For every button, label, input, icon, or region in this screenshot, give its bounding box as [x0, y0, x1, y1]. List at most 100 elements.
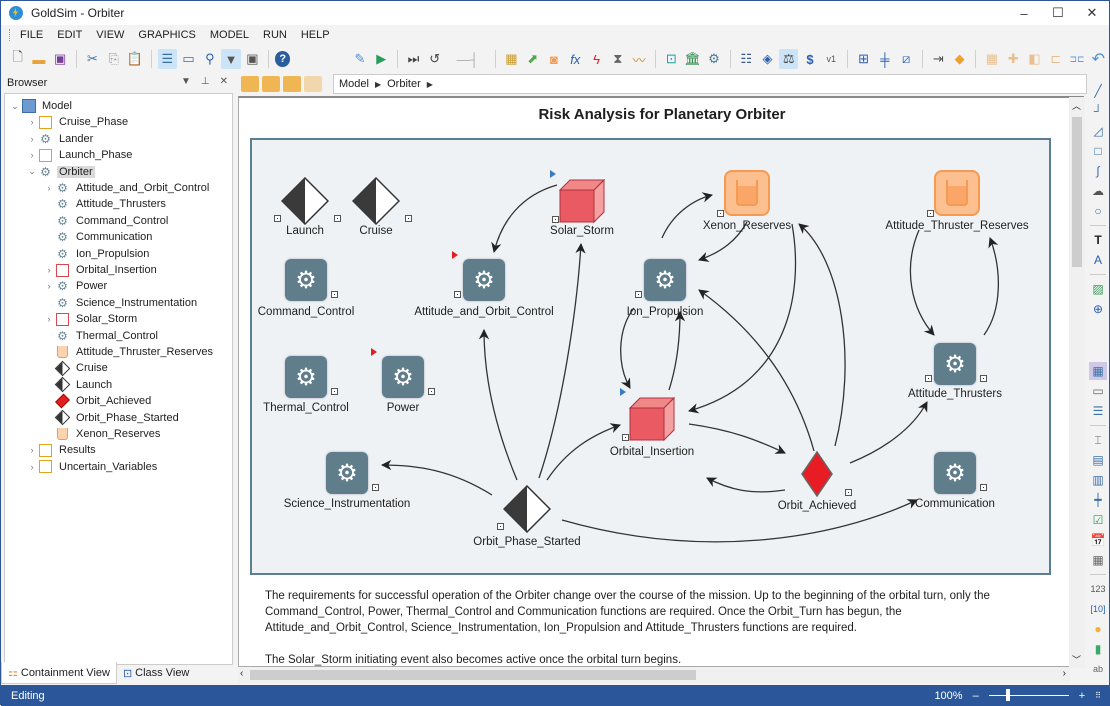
tree-item[interactable]: Orbit_Phase_Started — [43, 409, 181, 426]
output-port-icon[interactable] — [927, 210, 934, 217]
diagram-element-xenon[interactable] — [724, 170, 770, 216]
tree-item[interactable]: Cruise — [43, 360, 110, 377]
output-port-icon[interactable] — [635, 291, 642, 298]
chevron-right-icon[interactable]: › — [26, 150, 38, 160]
diagram-element-thermal[interactable]: ⚙ — [285, 356, 327, 398]
tree-item[interactable]: › Cruise_Phase — [26, 114, 130, 130]
output-port-icon[interactable] — [372, 484, 379, 491]
tree-item[interactable]: › ⚙ Lander — [26, 131, 95, 147]
panel-close-icon[interactable]: ✕ — [220, 76, 228, 87]
tree-item[interactable]: ⌄ ⚙ Orbiter — [26, 164, 95, 180]
copy-icon[interactable]: ⎘ — [104, 49, 123, 69]
browser-view-icon[interactable]: ☰ — [157, 49, 177, 69]
run-speed-slider[interactable]: —┤ — [446, 49, 488, 69]
tree-item[interactable]: › Uncertain_Variables — [26, 459, 159, 475]
folder-back-icon[interactable] — [283, 76, 301, 92]
date-tool-icon[interactable]: 📅 — [1089, 531, 1107, 549]
scroll-up-icon[interactable]: ︿ — [1072, 99, 1081, 112]
container-icon[interactable]: ▦ — [502, 49, 521, 69]
step-icon[interactable]: ⏭ — [404, 49, 423, 69]
tree-item[interactable]: › Results — [26, 442, 98, 458]
zoom-slider[interactable] — [988, 689, 1069, 701]
close-button[interactable]: ✕ — [1075, 1, 1109, 25]
output-port-icon[interactable] — [552, 216, 559, 223]
function-icon[interactable]: fx — [566, 49, 585, 69]
rectangle-tool-icon[interactable]: □ — [1089, 142, 1107, 160]
diagram-element-command[interactable]: ⚙ — [285, 259, 327, 301]
tree-item[interactable]: ⚙ Communication — [43, 229, 154, 245]
diagram-element-ops[interactable] — [502, 484, 552, 536]
triangle-tool-icon[interactable]: ◿ — [1089, 122, 1107, 140]
output-port-icon[interactable] — [274, 215, 281, 222]
label-tool-icon[interactable]: ab — [1089, 660, 1107, 678]
tree-item[interactable]: Orbit_Achieved — [43, 393, 153, 409]
paste-icon[interactable]: 📋 — [125, 49, 144, 69]
chevron-right-icon[interactable]: › — [26, 462, 38, 472]
graph-icon[interactable]: ⧄ — [896, 49, 915, 69]
menu-graphics[interactable]: GRAPHICS — [138, 29, 195, 41]
dollar-icon[interactable]: $ — [800, 49, 819, 69]
chevron-right-icon[interactable]: › — [43, 265, 55, 275]
version-icon[interactable]: v1 — [822, 49, 841, 69]
order-icon[interactable]: ◧ — [1025, 49, 1044, 69]
minimize-button[interactable]: – — [1007, 1, 1041, 25]
horizontal-scroll-thumb[interactable] — [250, 670, 696, 680]
chevron-right-icon[interactable]: › — [43, 314, 55, 324]
line-tool-icon[interactable]: ╱ — [1089, 82, 1107, 100]
edit-mode-icon[interactable]: ✎ — [350, 49, 369, 69]
zoom-slider-knob[interactable] — [1005, 689, 1010, 701]
zoom-out-button[interactable]: – — [973, 690, 979, 702]
panel-menu-icon[interactable]: ▼ — [181, 76, 191, 87]
reset-icon[interactable]: ↺ — [425, 49, 444, 69]
list-spinner-tool-icon[interactable]: ▥ — [1089, 471, 1107, 489]
vertical-scrollbar[interactable]: ︿ ﹀ — [1069, 97, 1085, 668]
diagram-element-ion[interactable]: ⚙ — [644, 259, 686, 301]
options-icon[interactable]: ▣ — [243, 49, 262, 69]
help-icon[interactable]: ? — [275, 51, 291, 67]
text-tool-icon[interactable]: T — [1089, 231, 1107, 249]
diagram-element-cruise[interactable] — [351, 176, 401, 228]
zoom-in-button[interactable]: + — [1079, 690, 1085, 702]
digital-display-icon[interactable]: [10] — [1089, 600, 1107, 618]
tree-item[interactable]: › Launch_Phase — [26, 147, 134, 163]
tree-item[interactable]: › ⚙ Power — [43, 278, 109, 294]
chevron-right-icon[interactable]: › — [26, 134, 38, 144]
tree-item[interactable]: › Solar_Storm — [43, 311, 139, 327]
diagram-element-launch[interactable] — [280, 176, 330, 228]
menu-run[interactable]: RUN — [263, 29, 287, 41]
tree-item[interactable]: › Orbital_Insertion — [43, 262, 159, 278]
slider-tool-icon[interactable]: ┿ — [1089, 491, 1107, 509]
cut-icon[interactable]: ✂ — [83, 49, 102, 69]
reservoir-icon[interactable]: ◙ — [544, 49, 563, 69]
chevron-right-icon[interactable]: › — [43, 281, 55, 291]
network-icon[interactable]: ⊞ — [854, 49, 873, 69]
settings-icon[interactable]: ⚙ — [704, 49, 723, 69]
event-icon[interactable]: ϟ — [587, 49, 606, 69]
spinner-tool-icon[interactable]: ▤ — [1089, 451, 1107, 469]
group-icon[interactable]: ▦ — [982, 49, 1001, 69]
diagram-element-aoc[interactable]: ⚙ — [463, 259, 505, 301]
freeform-tool-icon[interactable]: ☁ — [1089, 182, 1107, 200]
tree-item[interactable]: ⚙ Science_Instrumentation — [43, 295, 199, 311]
note-icon[interactable]: ▭ — [179, 49, 198, 69]
curve-tool-icon[interactable]: ∫ — [1089, 162, 1107, 180]
open-folder-icon[interactable]: ▬ — [29, 49, 48, 69]
output-port-icon[interactable] — [331, 388, 338, 395]
output-port-icon[interactable] — [454, 291, 461, 298]
output-port-icon[interactable] — [622, 434, 629, 441]
list-icon[interactable]: ☷ — [737, 49, 756, 69]
resize-grip-icon[interactable]: ⠿ — [1095, 691, 1101, 700]
import-icon[interactable]: ⇥ — [929, 49, 948, 69]
database-icon[interactable]: ⊡ — [662, 49, 681, 69]
menu-view[interactable]: VIEW — [96, 29, 124, 41]
graphics-pane[interactable]: Risk Analysis for Planetary Orbiter Laun… — [238, 96, 1084, 667]
library-icon[interactable]: 🏛 — [683, 49, 702, 69]
breadcrumb-model[interactable]: Model — [339, 78, 369, 90]
image-tool-icon[interactable]: ▨ — [1089, 280, 1107, 298]
pin-icon[interactable]: ⊥ — [201, 76, 210, 87]
tree-item[interactable]: ⚙ Attitude_Thrusters — [43, 196, 168, 212]
tree-item[interactable]: Launch — [43, 377, 114, 393]
chevron-right-icon[interactable]: › — [43, 183, 55, 193]
output-port-icon[interactable] — [334, 215, 341, 222]
tree-item[interactable]: Xenon_Reserves — [43, 426, 162, 442]
